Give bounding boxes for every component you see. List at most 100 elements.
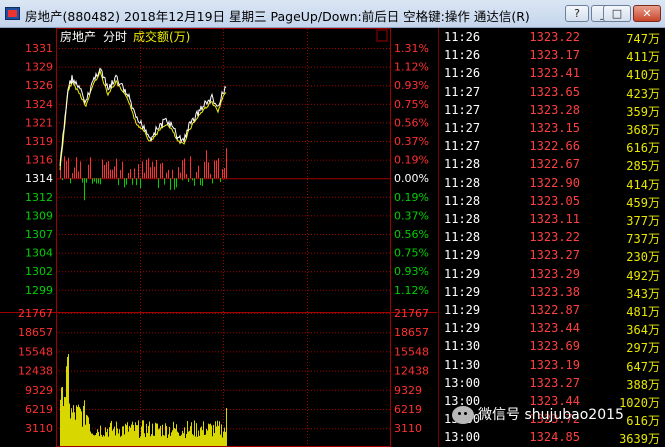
tick-volume-value: 364 [626,323,648,338]
price-label: 1307 [25,228,53,241]
tick-row[interactable]: 11:28 1323.22 737万 [439,228,665,246]
tick-row[interactable]: 11:30 1323.19 647万 [439,356,665,374]
tick-volume: 647万 [626,358,660,375]
window-title: 房地产(880482) 2018年12月19日 星期三 PageUp/Down:… [25,9,530,24]
restore-button[interactable]: □ [603,5,631,22]
tick-row[interactable]: 13:00 1323.27 388万 [439,374,665,392]
tick-volume-unit: 万 [647,323,660,338]
tick-row[interactable]: 11:29 1323.38 343万 [439,283,665,301]
percent-label: 0.75% [394,247,429,260]
tick-price: 1323.19 [529,357,580,372]
tick-time: 11:27 [444,121,481,135]
watermark-text: 微信号 shujubao2015 [478,407,624,423]
tick-volume-unit: 万 [647,214,660,228]
tick-row[interactable]: 11:28 1323.11 377万 [439,210,665,228]
tick-volume: 410万 [626,66,660,83]
close-button[interactable]: ✕ [633,5,661,22]
tick-volume: 230万 [626,248,660,265]
tick-volume: 737万 [626,230,660,247]
tick-row[interactable]: 13:00 1324.85 3639万 [439,428,665,446]
tick-volume: 423万 [626,85,660,102]
tick-price: 1323.38 [529,284,580,299]
price-label: 1321 [25,116,53,129]
tick-volume: 364万 [626,321,660,338]
percent-label: 1.12% [394,61,429,74]
tick-row[interactable]: 11:27 1323.15 368万 [439,119,665,137]
tick-bars [60,148,227,201]
percent-label: 0.37% [394,135,429,148]
tick-list[interactable]: 11:26 1323.22 747万 11:26 1323.17 411万 11:26 132… [438,28,665,447]
tick-volume-unit: 万 [647,359,660,374]
tick-volume-value: 647 [626,359,648,374]
volume-label: 3110 [394,422,422,435]
volume-label: 21767 [18,307,53,320]
tick-price: 1323.69 [529,339,580,354]
price-label: 1302 [25,265,53,278]
tick-volume-unit: 万 [647,250,660,265]
tick-row[interactable]: 11:28 1323.05 459万 [439,192,665,210]
axis-labels: 1331 1.31% 1329 1.12% 1326 0.93% 1324 0.75% 1321… [18,42,429,435]
watermark: 微信号 shujubao2015 [452,404,624,424]
tick-volume: 343万 [626,285,660,302]
tick-row[interactable]: 11:26 1323.41 410万 [439,64,665,82]
tick-row[interactable]: 11:27 1322.66 616万 [439,137,665,155]
tick-price: 1323.27 [529,248,580,263]
tick-price: 1323.29 [529,266,580,281]
price-label: 1316 [25,154,53,167]
tick-volume-value: 747 [626,32,648,46]
tick-volume-value: 343 [626,286,648,301]
tick-volume-value: 388 [626,377,648,392]
tick-row[interactable]: 11:30 1323.69 297万 [439,337,665,355]
tick-row[interactable]: 11:27 1323.28 359万 [439,101,665,119]
tick-row[interactable]: 11:29 1323.27 230万 [439,246,665,264]
tick-volume-unit: 万 [647,123,660,137]
tick-time: 11:28 [444,193,481,208]
tick-volume-unit: 万 [647,341,660,356]
tick-price: 1323.65 [529,84,580,99]
percent-label: 1.31% [394,42,429,55]
price-lines [59,67,227,171]
price-label: 1309 [25,209,53,222]
help-button[interactable]: ? [565,5,589,22]
tick-time: 11:28 [444,212,481,226]
tick-row[interactable]: 11:28 1322.90 414万 [439,174,665,192]
tick-time: 11:26 [444,48,481,63]
tick-row[interactable]: 11:29 1323.44 364万 [439,319,665,337]
volume-label: 15548 [18,345,53,358]
tick-time: 11:27 [444,84,481,99]
tick-volume-value: 359 [626,104,648,119]
percent-label: 0.19% [394,154,429,167]
tick-row[interactable]: 11:27 1323.65 423万 [439,83,665,101]
app-icon [5,7,20,20]
percent-label: 0.75% [394,98,429,111]
tick-volume-value: 481 [626,305,648,319]
intraday-chart-svg[interactable]: 房地产 分时 成交额(万) 1331 1.31% 1329 1.12% 1326 0.93… [0,28,437,447]
title-bar: 房地产(880482) 2018年12月19日 星期三 PageUp/Down:… [0,0,665,28]
tick-volume-unit: 万 [647,32,660,46]
tick-row[interactable]: 11:29 1323.29 492万 [439,265,665,283]
tick-time: 11:29 [444,321,481,336]
tick-row[interactable]: 11:26 1323.17 411万 [439,46,665,64]
tick-row[interactable]: 11:28 1322.67 285万 [439,155,665,173]
chart-toggle-button[interactable] [376,29,388,42]
tick-price: 1323.41 [529,66,580,81]
tick-time: 11:30 [444,357,481,372]
tick-volume-unit: 万 [647,177,660,192]
tick-price: 1323.27 [529,375,580,390]
tick-price: 1323.15 [529,121,580,135]
price-label: 1304 [25,247,53,260]
tick-volume-unit: 万 [647,268,660,283]
volume-label: 18657 [18,326,53,339]
tick-volume-value: 410 [626,68,648,83]
tick-volume-value: 616 [626,141,648,156]
intraday-chart[interactable]: 房地产 分时 成交额(万) 1331 1.31% 1329 1.12% 1326 0.93… [0,28,437,447]
tick-volume: 285万 [626,157,660,174]
tick-volume: 297万 [626,339,660,356]
tick-time: 11:28 [444,175,481,190]
tick-time: 11:29 [444,248,481,263]
tick-row[interactable]: 11:29 1322.87 481万 [439,301,665,319]
tick-volume: 359万 [626,103,660,120]
tick-row[interactable]: 11:26 1323.22 747万 [439,28,665,46]
volume-label: 6219 [394,403,422,416]
tick-volume-value: 3639 [619,432,648,447]
